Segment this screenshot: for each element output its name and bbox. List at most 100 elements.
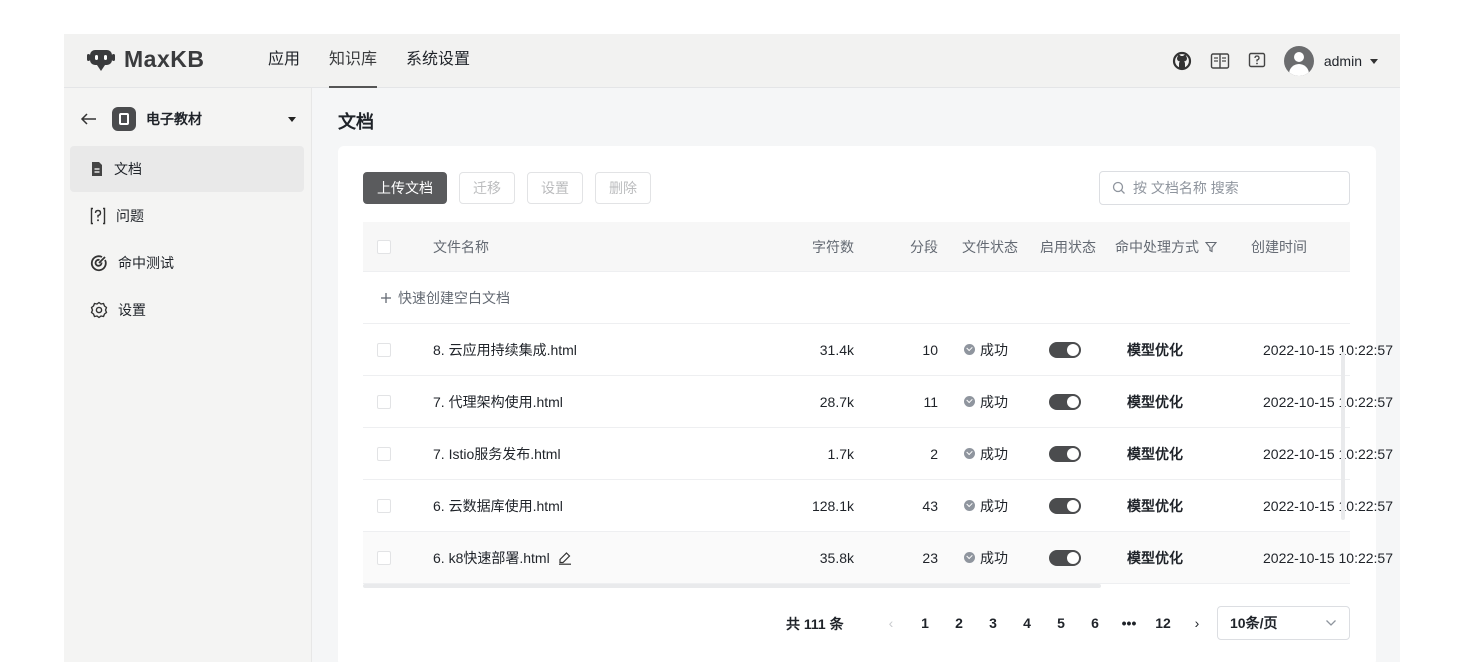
back-arrow-icon[interactable]: [80, 112, 98, 126]
sidebar-item-questions[interactable]: 问题: [70, 193, 304, 239]
create-blank-document-label: 快速创建空白文档: [398, 289, 510, 306]
search-input[interactable]: [1133, 180, 1333, 196]
edit-icon[interactable]: [558, 551, 572, 565]
caret-down-icon[interactable]: [288, 116, 296, 122]
row-checkbox[interactable]: [377, 342, 391, 357]
enable-toggle[interactable]: [1049, 342, 1081, 359]
main-nav: 应用 知识库 系统设置: [268, 34, 499, 88]
page-title: 文档: [338, 112, 374, 132]
header-file-name: 文件名称: [433, 238, 489, 255]
delete-button[interactable]: 删除: [595, 172, 651, 204]
enable-toggle[interactable]: [1049, 550, 1081, 567]
horizontal-scrollbar[interactable]: [363, 584, 1101, 588]
header-enable-status: 启用状态: [1040, 238, 1096, 255]
row-file-name[interactable]: 6. 云数据库使用.html: [433, 496, 738, 516]
page-number[interactable]: 5: [1044, 615, 1078, 631]
sidebar-item-label: 设置: [118, 302, 146, 318]
row-char-count: 35.8k: [819, 549, 854, 566]
page-list: ‹ 1 2 3 4 5 6 ••• 12 ›: [874, 606, 1214, 640]
user-menu[interactable]: admin: [1324, 53, 1378, 69]
row-file-name[interactable]: 6. k8快速部署.html: [433, 548, 550, 568]
table-row[interactable]: 8. 云应用持续集成.html 31.4k 10 成功 模型优化 2022-10…: [363, 324, 1393, 376]
enable-toggle[interactable]: [1049, 394, 1081, 411]
header-file-status: 文件状态: [962, 238, 1018, 255]
pagination: 共 111 条 ‹ 1 2 3 4 5 6 ••• 12 › 10条/页: [338, 606, 1376, 640]
page-number[interactable]: 6: [1078, 615, 1112, 631]
sidebar-item-documents[interactable]: 文档: [70, 146, 304, 192]
documents-table: 文件名称 字符数 分段 文件状态 启用状态 命中处理方式 创建时间 快速创建空白…: [363, 222, 1393, 588]
table-header: 文件名称 字符数 分段 文件状态 启用状态 命中处理方式 创建时间: [363, 222, 1350, 272]
caret-down-icon: [1370, 58, 1378, 64]
github-icon[interactable]: [1172, 51, 1192, 71]
prev-page-icon[interactable]: ‹: [874, 615, 908, 631]
page-size-select[interactable]: 10条/页: [1217, 606, 1350, 640]
plus-icon: [381, 292, 391, 303]
row-hit-mode: 模型优化: [1127, 497, 1183, 514]
documents-card: 上传文档 迁移 设置 删除 文件名称 字符数 分段 文件状态 启用状态 命中处理…: [338, 146, 1393, 662]
table-row[interactable]: 7. Istio服务发布.html 1.7k 2 成功 模型优化 2022-10…: [363, 428, 1393, 480]
header-hit-mode[interactable]: 命中处理方式: [1115, 237, 1251, 257]
sidebar-item-settings[interactable]: 设置: [70, 287, 304, 333]
row-checkbox[interactable]: [377, 394, 391, 409]
top-header: MaxKB 应用 知识库 系统设置 admin: [64, 34, 1400, 88]
row-file-name[interactable]: 8. 云应用持续集成.html: [433, 340, 738, 360]
status-badge: 成功: [964, 548, 1008, 568]
page-number[interactable]: 3: [976, 615, 1010, 631]
check-circle-icon: [964, 552, 975, 563]
sidebar-menu: 文档 问题 命中测试 设置: [70, 146, 304, 334]
table-row[interactable]: 6. 云数据库使用.html 128.1k 43 成功 模型优化 2022-10…: [363, 480, 1393, 532]
migrate-button[interactable]: 迁移: [459, 172, 515, 204]
table-row[interactable]: 6. k8快速部署.html 35.8k 23 成功 模型优化 2022-10-…: [363, 532, 1393, 584]
settings-button[interactable]: 设置: [527, 172, 583, 204]
row-created-time: 2022-10-15 10:22:57: [1263, 549, 1393, 566]
logo-text: MaxKB: [124, 46, 205, 72]
help-icon[interactable]: [1248, 52, 1266, 70]
sidebar-item-label: 问题: [116, 208, 144, 224]
row-hit-mode: 模型优化: [1127, 341, 1183, 358]
row-checkbox[interactable]: [377, 498, 391, 513]
row-segments: 2: [930, 445, 938, 462]
sidebar-item-hit-test[interactable]: 命中测试: [70, 240, 304, 286]
vertical-scrollbar[interactable]: [1341, 352, 1345, 520]
page-number[interactable]: 12: [1146, 615, 1180, 631]
enable-toggle[interactable]: [1049, 446, 1081, 463]
row-file-name[interactable]: 7. Istio服务发布.html: [433, 444, 738, 464]
more-pages[interactable]: •••: [1112, 615, 1146, 631]
status-badge: 成功: [964, 392, 1008, 412]
create-blank-document-row[interactable]: 快速创建空白文档: [363, 272, 1350, 324]
status-badge: 成功: [964, 444, 1008, 464]
row-char-count: 28.7k: [819, 393, 854, 410]
select-all-checkbox[interactable]: [377, 239, 391, 254]
header-char-count: 字符数: [812, 238, 854, 255]
row-char-count: 31.4k: [819, 341, 854, 358]
sidebar: 电子教材 文档 问题 命中测试 设置: [64, 88, 312, 662]
status-badge: 成功: [964, 340, 1008, 360]
page-number[interactable]: 1: [908, 615, 942, 631]
row-checkbox[interactable]: [377, 550, 391, 565]
row-hit-mode: 模型优化: [1127, 393, 1183, 410]
logo[interactable]: MaxKB: [86, 46, 204, 73]
table-row[interactable]: 7. 代理架构使用.html 28.7k 11 成功 模型优化 2022-10-…: [363, 376, 1393, 428]
avatar[interactable]: [1283, 46, 1314, 76]
search-icon: [1112, 181, 1125, 194]
robot-logo-icon: [87, 49, 115, 71]
nav-apps[interactable]: 应用: [268, 34, 300, 88]
nav-system-settings[interactable]: 系统设置: [406, 34, 470, 88]
search-box[interactable]: [1099, 171, 1350, 205]
enable-toggle[interactable]: [1049, 498, 1081, 515]
book-icon[interactable]: [1210, 52, 1230, 70]
next-page-icon[interactable]: ›: [1180, 615, 1214, 631]
upload-document-button[interactable]: 上传文档: [363, 172, 447, 204]
header-created-time: 创建时间: [1251, 238, 1307, 255]
page-number[interactable]: 2: [942, 615, 976, 631]
row-file-name[interactable]: 7. 代理架构使用.html: [433, 392, 738, 412]
total-count: 共 111 条: [786, 616, 844, 632]
row-segments: 23: [922, 549, 938, 566]
user-name: admin: [1323, 53, 1362, 69]
filter-icon[interactable]: [1204, 241, 1218, 253]
nav-knowledge-base[interactable]: 知识库: [329, 34, 378, 88]
knowledge-base-switcher[interactable]: 电子教材: [80, 106, 296, 132]
page-number[interactable]: 4: [1010, 615, 1044, 631]
row-checkbox[interactable]: [377, 446, 391, 461]
row-created-time: 2022-10-15 10:22:57: [1263, 445, 1393, 462]
